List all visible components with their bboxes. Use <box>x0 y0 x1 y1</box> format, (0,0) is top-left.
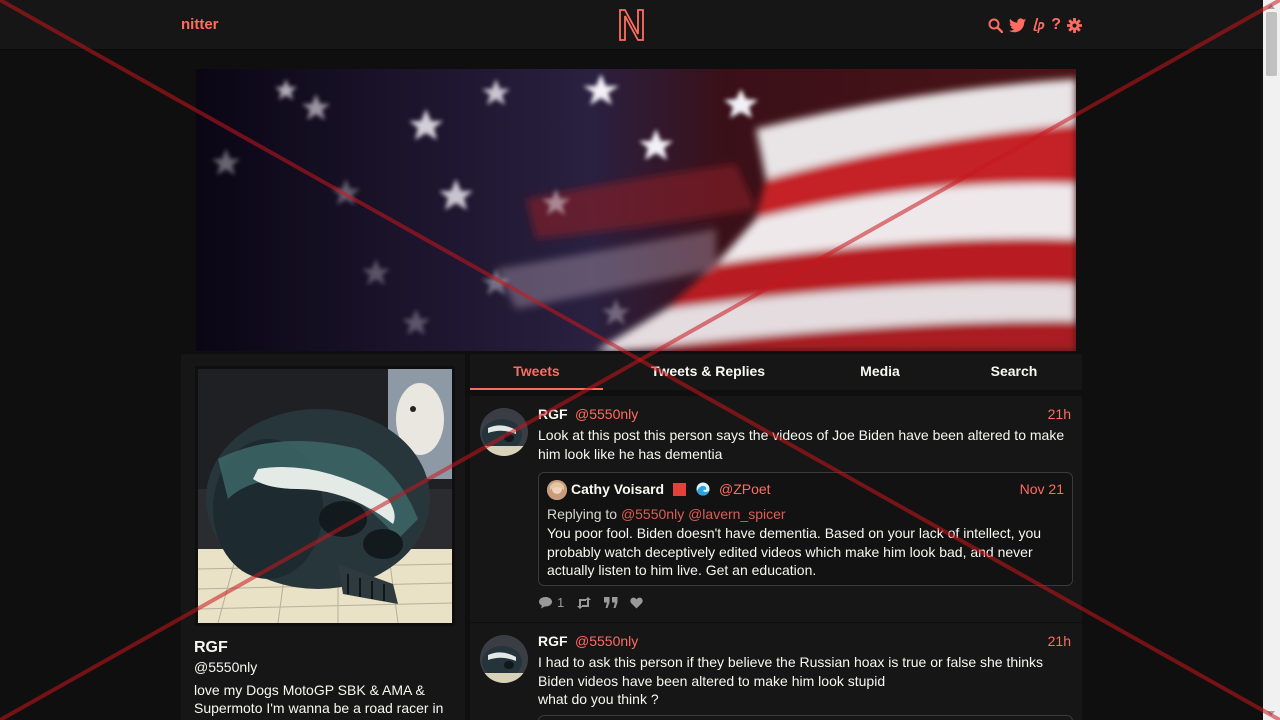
tweet-stats: 1 <box>538 595 643 610</box>
liberapay-icon[interactable] <box>1032 16 1045 34</box>
like-stat[interactable] <box>630 597 643 609</box>
reply-stat[interactable]: 1 <box>538 595 564 610</box>
scrollbar-thumb[interactable] <box>1266 12 1277 76</box>
quoted-tweet[interactable]: Cathy Voisard @ZPoet Nov 21 Replying to … <box>538 472 1073 586</box>
help-icon[interactable]: ? <box>1051 16 1061 34</box>
quote-icon <box>604 597 618 608</box>
top-navbar: nitter ? <box>0 0 1263 50</box>
timeline-tabs: Tweets Tweets & Replies Media Search <box>470 354 1082 390</box>
tweet-date[interactable]: 21h <box>1048 406 1071 422</box>
tab-search[interactable]: Search <box>970 354 1058 390</box>
nav-icon-group: ? <box>988 16 1082 34</box>
tweet-avatar[interactable] <box>480 408 528 456</box>
tweet-fullname[interactable]: RGF <box>538 633 568 649</box>
profile-avatar[interactable] <box>195 366 455 626</box>
banner-flag-image <box>196 69 1076 351</box>
nitter-logo-icon[interactable] <box>617 8 646 42</box>
tweet-item[interactable]: RGF @5550nly 21h I had to ask this perso… <box>470 624 1082 720</box>
scroll-down-icon[interactable] <box>1267 711 1275 716</box>
tweet-username[interactable]: @5550nly <box>575 633 638 649</box>
search-icon[interactable] <box>988 16 1004 34</box>
tweet-avatar[interactable] <box>480 635 528 683</box>
flag-emoji-icon <box>673 483 686 496</box>
retweet-stat[interactable] <box>576 596 592 609</box>
tweet-text: Look at this post this person says the v… <box>538 427 1065 462</box>
reply-mention-link[interactable]: @lavern_spicer <box>688 506 785 522</box>
wave-emoji-icon <box>696 482 710 496</box>
scroll-up-icon[interactable] <box>1267 4 1275 9</box>
quote-fullname[interactable]: Cathy Voisard <box>571 481 664 497</box>
heart-icon <box>630 597 643 608</box>
reply-mention-link[interactable]: @5550nly <box>621 506 684 522</box>
profile-card: RGF @5550nly love my Dogs MotoGP SBK & A… <box>181 354 465 720</box>
gear-icon[interactable] <box>1067 16 1082 34</box>
tweet-text-line: Biden videos have been altered to make h… <box>538 672 886 689</box>
tab-tweets-replies[interactable]: Tweets & Replies <box>633 354 783 390</box>
profile-bio: love my Dogs MotoGP SBK & AMA & Supermot… <box>194 682 444 716</box>
tweet-text-line: what do you think ? <box>538 691 659 707</box>
retweet-icon <box>577 596 592 609</box>
profile-banner[interactable] <box>196 69 1076 351</box>
tweet-date[interactable]: 21h <box>1048 633 1071 649</box>
timeline: RGF @5550nly 21h Look at this post this … <box>470 396 1082 720</box>
tab-media[interactable]: Media <box>830 354 930 390</box>
tab-tweets[interactable]: Tweets <box>470 354 603 390</box>
quote-avatar[interactable] <box>547 480 567 500</box>
tweet-fullname[interactable]: RGF <box>538 406 568 422</box>
profile-username[interactable]: @5550nly <box>194 659 257 675</box>
comment-icon <box>539 597 552 609</box>
quote-date[interactable]: Nov 21 <box>1020 481 1064 497</box>
tweet-text: I had to ask this person if they believe… <box>538 653 1073 709</box>
tweet-text-line: I had to ask this person if they believe… <box>538 654 1044 670</box>
tweet-item[interactable]: RGF @5550nly 21h Look at this post this … <box>470 396 1082 623</box>
profile-fullname[interactable]: RGF <box>194 639 228 657</box>
quote-stat[interactable] <box>604 597 618 608</box>
twitter-icon[interactable] <box>1009 16 1027 34</box>
quote-username[interactable]: @ZPoet <box>719 481 771 497</box>
brand-link[interactable]: nitter <box>181 16 219 33</box>
tweet-username[interactable]: @5550nly <box>575 406 638 422</box>
replying-to-label: Replying to <box>547 506 618 522</box>
quote-box-edge <box>538 715 1073 720</box>
replying-to: Replying to @5550nly @lavern_spicer <box>547 506 786 522</box>
quote-text: You poor fool. Biden doesn't have dement… <box>547 525 1042 578</box>
page-scrollbar[interactable] <box>1263 0 1280 720</box>
reply-count: 1 <box>557 595 565 610</box>
